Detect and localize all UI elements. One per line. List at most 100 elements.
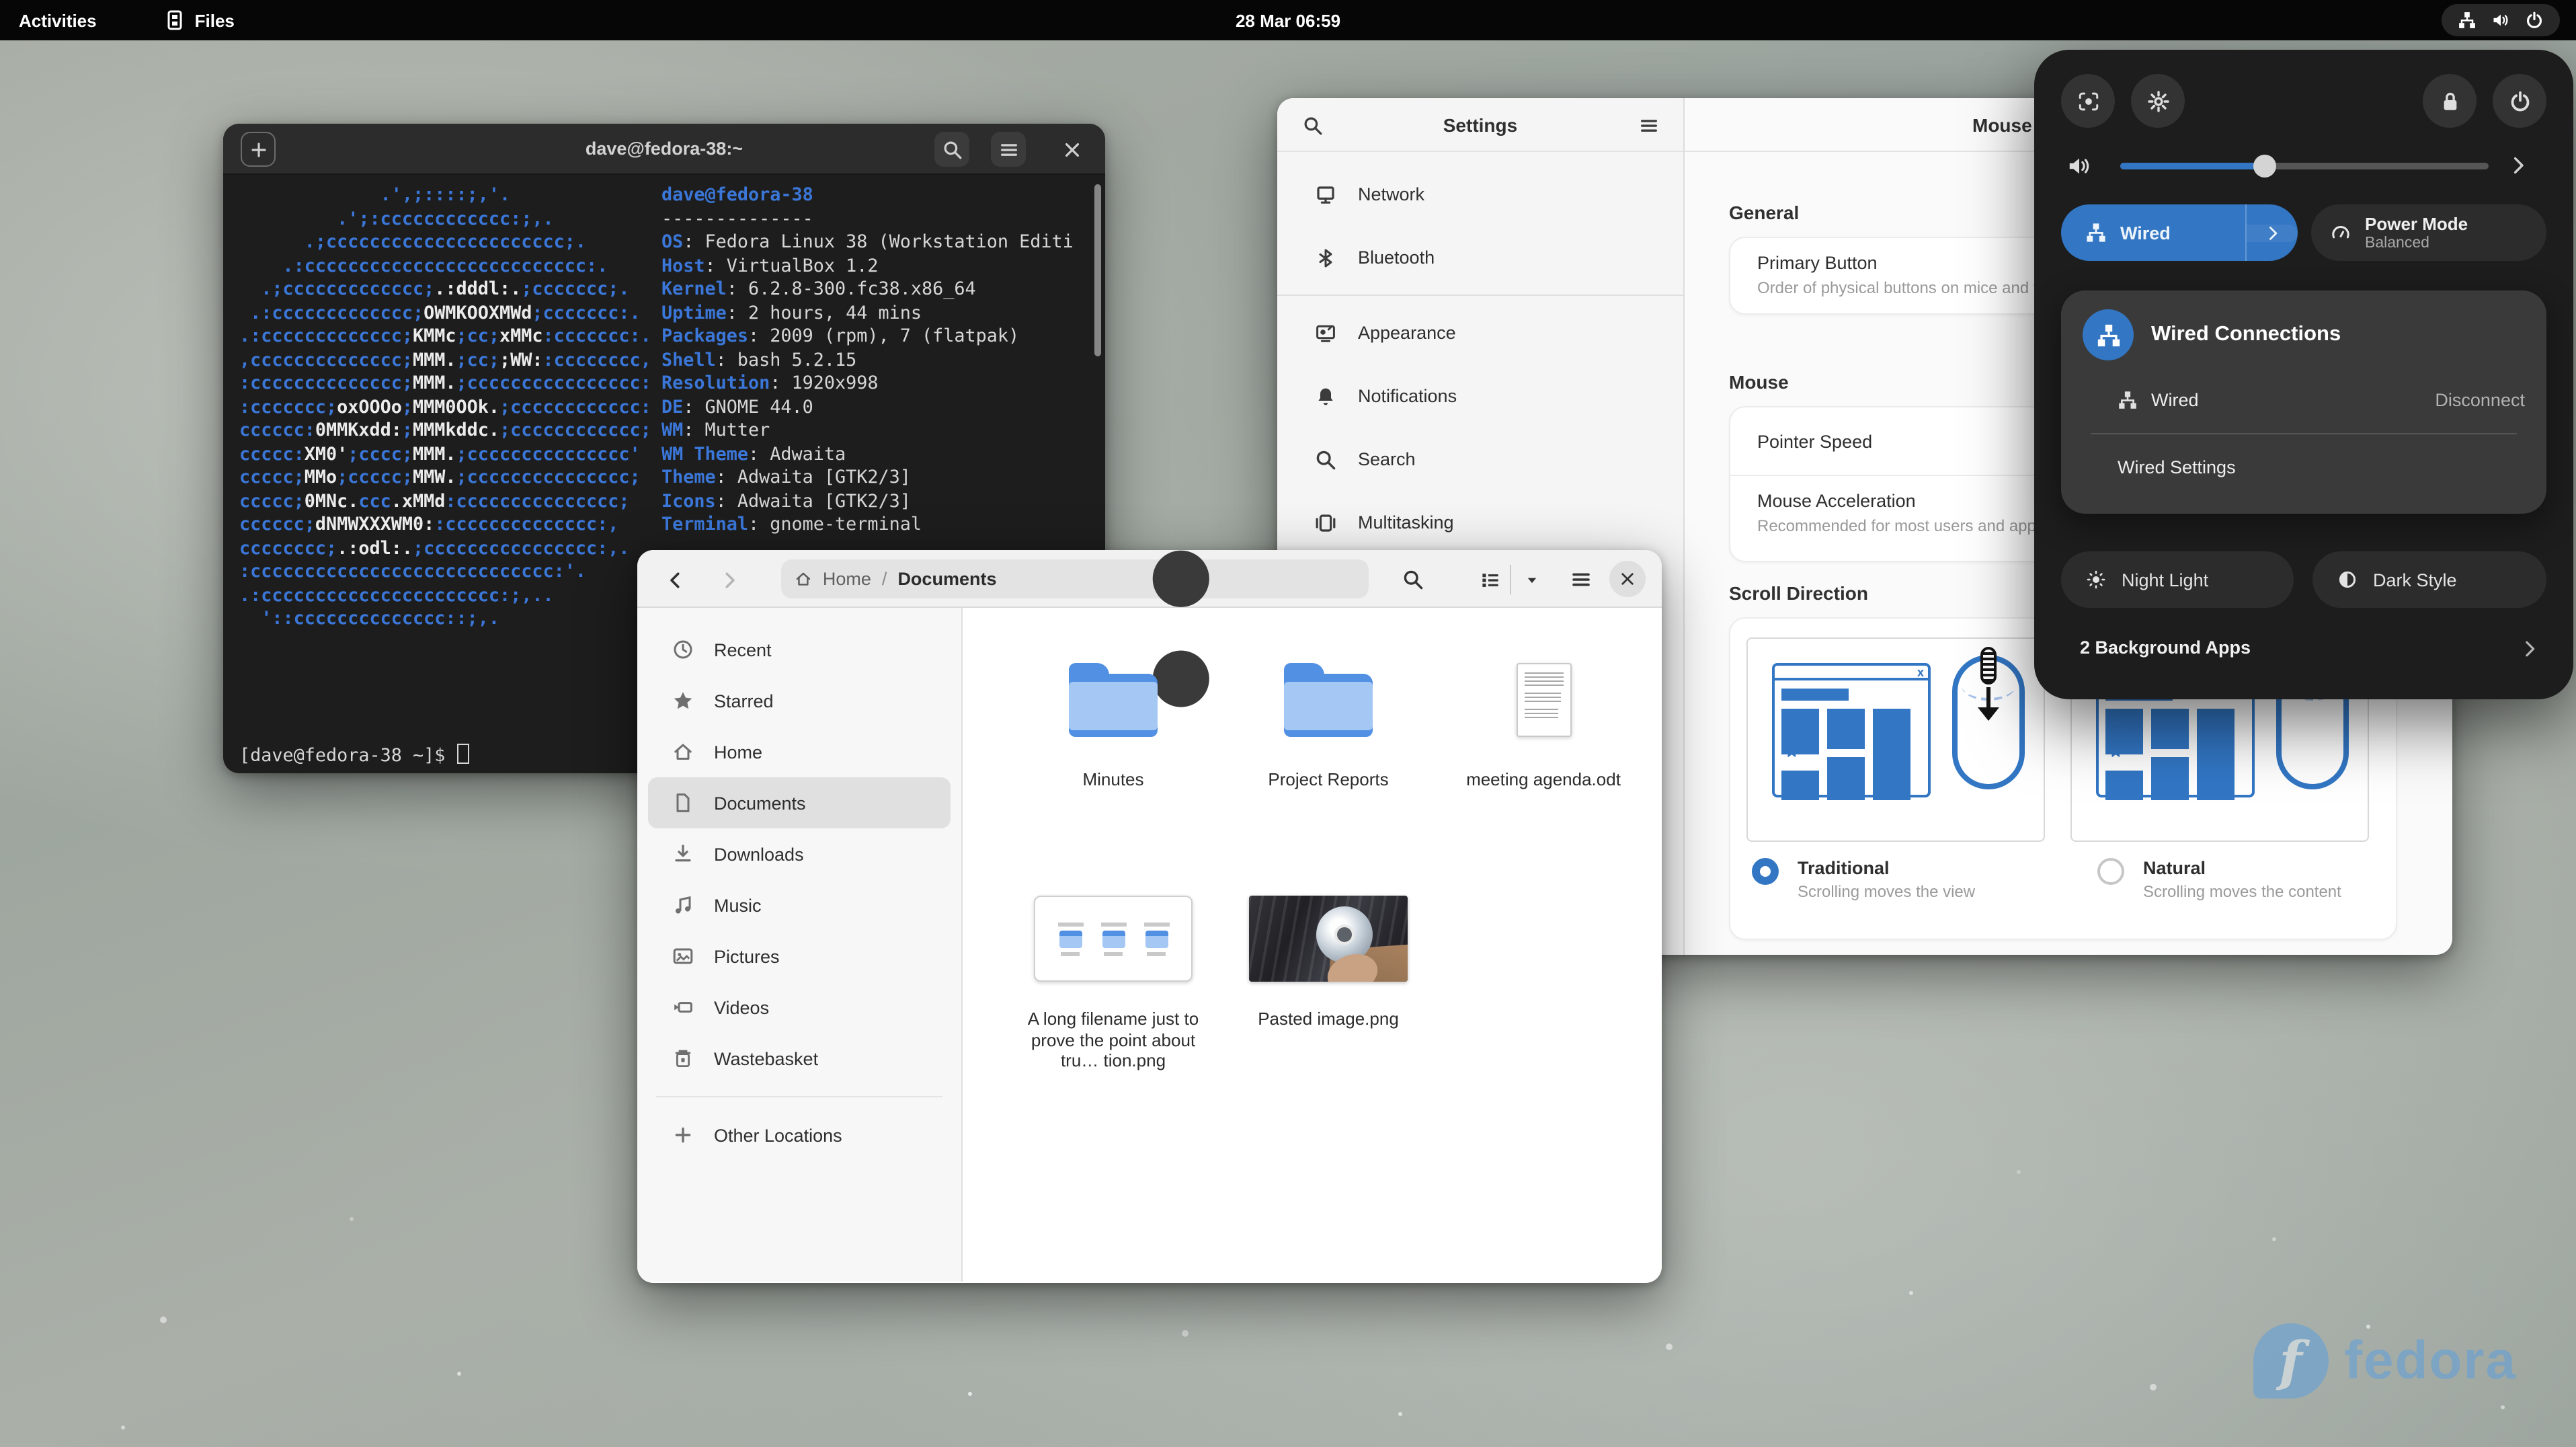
- volume-knob[interactable]: [2253, 155, 2276, 178]
- network-wired-icon: [2095, 322, 2121, 348]
- window-mock: x «: [1772, 663, 1931, 800]
- back-button[interactable]: [656, 561, 694, 598]
- search-icon: [1402, 569, 1424, 590]
- breadcrumb-current[interactable]: Documents: [897, 569, 996, 589]
- camera-icon: [2077, 89, 2099, 112]
- terminal-search-button[interactable]: [934, 132, 969, 167]
- network-wired-icon: [2085, 222, 2107, 243]
- folder-icon: [1284, 662, 1373, 736]
- sidebar-item-home[interactable]: Home: [648, 726, 951, 777]
- sidebar-item-notifications[interactable]: Notifications: [1277, 364, 1683, 428]
- radio-selected-icon[interactable]: [1752, 858, 1779, 885]
- natural-desc: Scrolling moves the content: [2143, 882, 2341, 901]
- file-name: Pasted image.png: [1258, 1009, 1399, 1029]
- sidebar-item-music[interactable]: Music: [648, 879, 951, 931]
- sidebar-item-multitasking[interactable]: Multitasking: [1277, 491, 1683, 554]
- radio-unselected-icon[interactable]: [2097, 858, 2124, 885]
- sidebar-item-label: Recent: [714, 639, 772, 660]
- sidebar-item-network[interactable]: Network: [1277, 163, 1683, 226]
- sidebar-item-bluetooth[interactable]: Bluetooth: [1277, 226, 1683, 289]
- sidebar-item-starred[interactable]: Starred: [648, 675, 951, 726]
- wired-toggle-label: Wired: [2120, 223, 2171, 243]
- volume-slider[interactable]: [2120, 155, 2489, 178]
- music-icon: [672, 894, 694, 916]
- close-icon: [1061, 139, 1082, 159]
- sidebar-item-label: Music: [714, 895, 762, 915]
- sidebar-item-label: Network: [1358, 184, 1425, 204]
- quick-settings-panel: Wired Power Mode Balanced Wired Connecti…: [2034, 50, 2573, 699]
- natural-option[interactable]: Natural Scrolling moves the content: [2097, 858, 2341, 901]
- sidebar-item-documents[interactable]: Documents: [648, 777, 951, 828]
- file-name: Minutes: [1082, 769, 1144, 789]
- settings-sidebar-header[interactable]: Settings: [1277, 98, 1683, 152]
- night-light-toggle[interactable]: Night Light: [2061, 551, 2294, 608]
- power-button[interactable]: [2493, 74, 2546, 128]
- sidebar-item-wastebasket[interactable]: Wastebasket: [648, 1033, 951, 1084]
- files-close-button[interactable]: [1609, 561, 1646, 597]
- volume-icon: [2491, 11, 2510, 30]
- power-mode-toggle[interactable]: Power Mode Balanced: [2311, 204, 2546, 261]
- divider: [656, 1096, 942, 1097]
- background-apps-row[interactable]: 2 Background Apps: [2080, 637, 2251, 658]
- screenshot-button[interactable]: [2061, 74, 2115, 128]
- connection-label: Wired: [2151, 389, 2199, 409]
- list-view-button[interactable]: [1470, 561, 1510, 598]
- wired-expand-button[interactable]: [2247, 224, 2298, 241]
- system-tray[interactable]: [2442, 4, 2560, 36]
- file-item-meeting-agenda-odt[interactable]: meeting agenda.odt: [1436, 640, 1651, 879]
- chevron-right-icon: [719, 570, 739, 590]
- home-icon: [672, 741, 694, 762]
- scroll-chevrons-icon: «: [2105, 746, 2128, 758]
- sidebar-item-pictures[interactable]: Pictures: [648, 931, 951, 982]
- chevron-right-icon[interactable]: [2507, 155, 2529, 176]
- disconnect-button[interactable]: Disconnect: [2435, 389, 2525, 409]
- sidebar-item-search[interactable]: Search: [1277, 428, 1683, 491]
- app-menu[interactable]: Files: [145, 0, 253, 40]
- wired-toggle[interactable]: Wired: [2061, 204, 2298, 261]
- dark-style-toggle[interactable]: Dark Style: [2312, 551, 2546, 608]
- traditional-option[interactable]: Traditional Scrolling moves the view: [1752, 858, 1975, 901]
- sidebar-item-videos[interactable]: Videos: [648, 982, 951, 1033]
- terminal-scrollbar[interactable]: [1094, 184, 1101, 356]
- home-icon: [795, 569, 812, 589]
- files-menu-button[interactable]: [1562, 561, 1600, 598]
- fedora-logo-icon: f: [2253, 1323, 2329, 1399]
- wired-settings-link[interactable]: Wired Settings: [2118, 457, 2236, 477]
- power-mode-subtitle: Balanced: [2365, 235, 2429, 251]
- sidebar-item-recent[interactable]: Recent: [648, 624, 951, 675]
- wired-connection-row[interactable]: Wired Disconnect: [2118, 382, 2525, 417]
- terminal-headerbar[interactable]: dave@fedora-38:~: [223, 124, 1105, 175]
- bell-icon: [1315, 385, 1336, 407]
- sidebar-item-appearance[interactable]: Appearance: [1277, 301, 1683, 364]
- file-name: meeting agenda.odt: [1466, 769, 1621, 789]
- terminal-close-button[interactable]: [1054, 132, 1089, 167]
- sidebar-item-label: Search: [1358, 449, 1416, 469]
- sidebar-item-label: Documents: [714, 793, 806, 813]
- clock[interactable]: 28 Mar 06:59: [1236, 10, 1340, 30]
- breadcrumb-home[interactable]: Home: [823, 569, 871, 589]
- neofetch-ascii-art: .',;::::;,'. .';:cccccccccccc:;,. .;cccc…: [239, 186, 651, 629]
- sidebar-item-label: Notifications: [1358, 386, 1457, 406]
- lock-button[interactable]: [2423, 74, 2477, 128]
- forward-button[interactable]: [710, 561, 748, 598]
- files-search-button[interactable]: [1394, 561, 1432, 598]
- folder-icon: [1069, 662, 1158, 736]
- breadcrumb-separator: /: [881, 569, 887, 589]
- sidebar-item-downloads[interactable]: Downloads: [648, 828, 951, 879]
- chevron-right-icon[interactable]: [2520, 639, 2540, 659]
- star-icon: [672, 690, 694, 711]
- neofetch-info: dave@fedora-38 -------------- OS: Fedora…: [661, 186, 1074, 535]
- file-item-a-long-filename-just-to-prove-[interactable]: A long filename just to prove the point …: [1006, 879, 1221, 1119]
- scroll-direction-label: Scroll Direction: [1729, 582, 1868, 604]
- network-wired-icon: [2118, 389, 2138, 409]
- terminal-menu-button[interactable]: [991, 132, 1026, 167]
- breadcrumb[interactable]: Home / Documents: [781, 550, 1369, 707]
- settings-button[interactable]: [2131, 74, 2185, 128]
- traditional-illustration[interactable]: x «: [1746, 637, 2045, 842]
- view-options-button[interactable]: [1511, 561, 1552, 598]
- activities-button[interactable]: Activities: [0, 0, 116, 40]
- plus-icon: [672, 1124, 694, 1146]
- file-item-pasted-image-png[interactable]: Pasted image.png: [1221, 879, 1436, 1119]
- sidebar-item-other-locations[interactable]: Other Locations: [648, 1109, 951, 1161]
- settings-menu-button[interactable]: [1629, 106, 1667, 144]
